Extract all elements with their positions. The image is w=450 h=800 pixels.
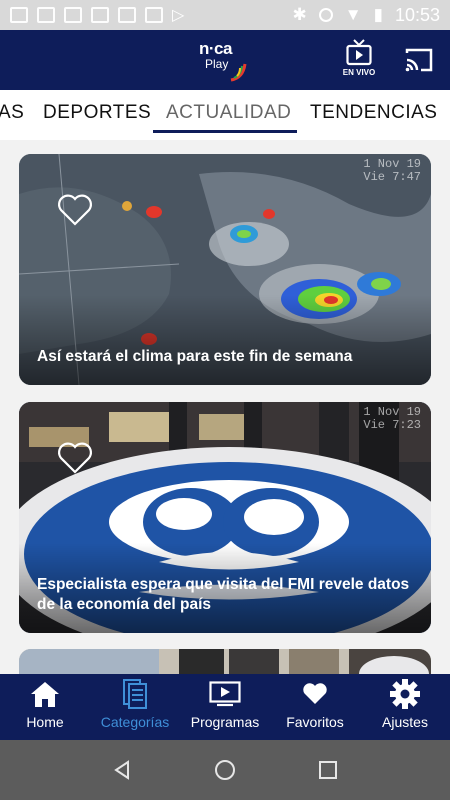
news-card[interactable]: 1 Nov 19 Vie 7:23 Especialista espera qu…: [19, 402, 431, 633]
tab-actualidad[interactable]: ACTUALIDAD: [166, 102, 291, 124]
newspaper-image: [19, 649, 431, 674]
mail-icon: [118, 7, 136, 23]
favorite-heart-icon[interactable]: [57, 194, 93, 226]
live-tv-icon: [346, 39, 372, 66]
timestamp-time: Vie 7:23: [363, 418, 421, 432]
logo-swoosh-icon: [230, 63, 247, 82]
video-timestamp: 1 Nov 19 Vie 7:23: [363, 406, 421, 432]
mail-icon: [91, 7, 109, 23]
active-tab-indicator: [153, 130, 297, 133]
card-title: Así estará el clima para este fin de sem…: [37, 348, 353, 365]
gallery-icon: [145, 7, 163, 23]
news-card[interactable]: 1 Nov 19 Vie 7:47 Así estará el clima pa…: [19, 154, 431, 385]
nav-home-label: Home: [26, 714, 64, 730]
logo-top-text: n·ca: [199, 39, 232, 58]
nav-home[interactable]: Home: [0, 674, 90, 740]
play-store-icon: ▷: [172, 7, 185, 24]
dnd-icon: [318, 8, 333, 22]
back-icon[interactable]: [111, 759, 133, 781]
nav-categorias-label: Categorías: [100, 714, 170, 730]
clock: 10:53: [394, 4, 440, 25]
heart-icon: [303, 683, 327, 704]
nav-categorias[interactable]: Categorías: [90, 674, 180, 740]
cast-icon[interactable]: [404, 47, 434, 73]
tab-previous[interactable]: AS: [0, 102, 24, 124]
notification-icons: ▷: [10, 5, 184, 25]
app-bar: n·ca Play EN VIVO: [0, 30, 450, 90]
app-logo[interactable]: n·ca Play: [199, 40, 251, 84]
card-title: Especialista espera que visita del FMI r…: [37, 576, 410, 613]
category-tabs: AS DEPORTES ACTUALIDAD TENDENCIAS: [0, 90, 450, 140]
gear-icon: [390, 679, 420, 709]
nav-favoritos[interactable]: Favoritos: [270, 674, 360, 740]
news-feed[interactable]: 1 Nov 19 Vie 7:47 Así estará el clima pa…: [0, 140, 450, 674]
home-icon: [31, 682, 59, 707]
recents-icon[interactable]: [317, 759, 339, 781]
tab-deportes[interactable]: DEPORTES: [43, 102, 151, 124]
image-icon: [37, 7, 55, 23]
live-label: EN VIVO: [342, 68, 376, 77]
card-gradient: [19, 295, 431, 385]
live-button[interactable]: EN VIVO: [340, 38, 378, 84]
nav-favoritos-label: Favoritos: [286, 714, 344, 730]
video-timestamp: 1 Nov 19 Vie 7:47: [363, 158, 421, 184]
news-card[interactable]: [19, 649, 431, 674]
mail-icon: [64, 7, 82, 23]
nav-programas-label: Programas: [190, 714, 260, 730]
bottom-navigation: Home Categorías Programas Favoritos Ajus…: [0, 674, 450, 740]
battery-icon: ▮: [373, 5, 383, 24]
vpn-icon: [10, 7, 28, 23]
programs-icon: [209, 681, 241, 707]
timestamp-time: Vie 7:47: [363, 170, 421, 184]
wifi-icon: ▼: [344, 5, 362, 24]
nav-ajustes[interactable]: Ajustes: [360, 674, 450, 740]
nav-programas[interactable]: Programas: [180, 674, 270, 740]
tab-tendencias[interactable]: TENDENCIAS: [310, 102, 437, 124]
favorite-heart-icon[interactable]: [57, 442, 93, 474]
status-bar: ▷ ✱ ▼ ▮ 10:53: [0, 0, 450, 30]
home-circle-icon[interactable]: [214, 759, 236, 781]
system-navigation-bar: [0, 740, 450, 800]
categories-icon: [123, 679, 147, 709]
bluetooth-icon: ✱: [292, 5, 307, 24]
nav-ajustes-label: Ajustes: [382, 714, 428, 730]
